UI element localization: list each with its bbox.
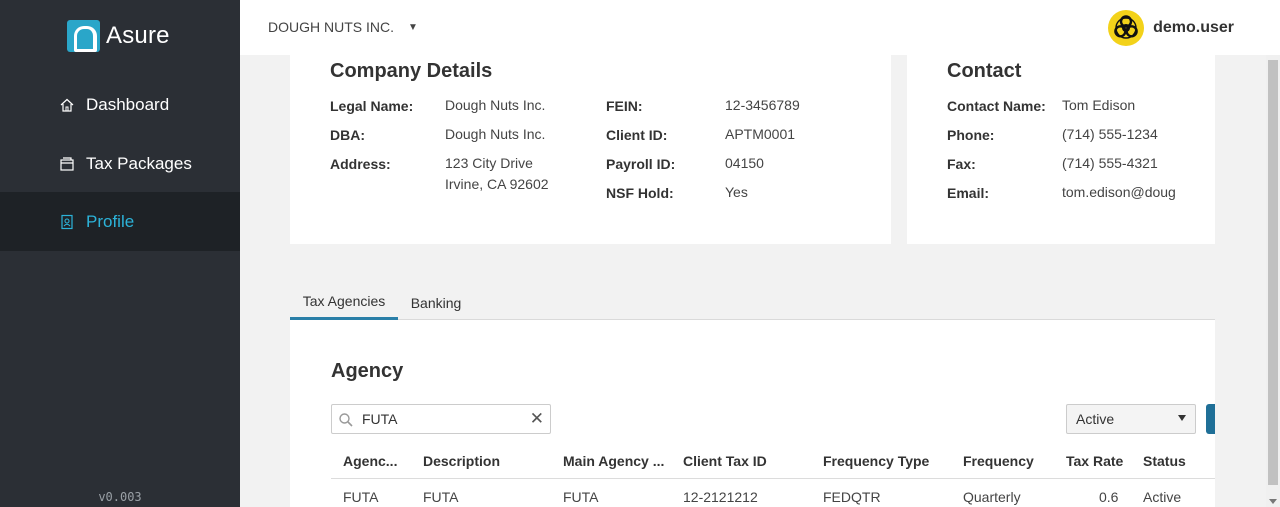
- logo-mark-icon: [67, 20, 100, 52]
- dba-value: Dough Nuts Inc.: [445, 126, 546, 142]
- column-header-frequency-type[interactable]: Frequency Type: [823, 453, 929, 469]
- column-header-status[interactable]: Status: [1143, 453, 1186, 469]
- fax-label: Fax:: [947, 156, 976, 172]
- sidebar-item-label: Profile: [86, 211, 135, 231]
- nsf-hold-value: Yes: [725, 184, 748, 200]
- contact-title: Contact: [947, 60, 1022, 82]
- legal-name-label: Legal Name:: [330, 98, 414, 114]
- sidebar: Asure Dashboard Tax Packages Profile v0.…: [0, 0, 240, 507]
- agency-table-header: Agenc... Description Main Agency ... Cli…: [331, 442, 1215, 479]
- fax-value: (714) 555-4321: [1062, 155, 1158, 171]
- top-bar: DOUGH NUTS INC. ▼ demo.user: [240, 0, 1280, 55]
- fein-value: 12-3456789: [725, 97, 800, 113]
- user-menu[interactable]: demo.user: [1108, 10, 1234, 46]
- payroll-id-label: Payroll ID:: [606, 156, 676, 172]
- search-icon: [338, 412, 354, 428]
- sidebar-item-tax-packages[interactable]: Tax Packages: [0, 134, 240, 193]
- cell-status: Active: [1143, 489, 1182, 505]
- payroll-id-value: 04150: [725, 155, 764, 171]
- address-line2: Irvine, CA 92602: [445, 176, 549, 192]
- agency-search-input[interactable]: [362, 409, 522, 429]
- email-label: Email:: [947, 185, 990, 201]
- client-id-value: APTM0001: [725, 126, 796, 142]
- status-filter-value: Active: [1076, 411, 1115, 427]
- company-selector[interactable]: DOUGH NUTS INC. ▼: [268, 19, 418, 35]
- home-icon: [59, 97, 75, 113]
- fein-label: FEIN:: [606, 98, 643, 114]
- app-version: v0.003: [98, 490, 142, 504]
- client-id-label: Client ID:: [606, 127, 668, 143]
- email-value: tom.edison@doug: [1062, 184, 1176, 200]
- caret-down-icon: ▼: [408, 21, 418, 33]
- column-header-tax-rate[interactable]: Tax Rate: [1066, 453, 1123, 469]
- biohazard-icon: [1108, 10, 1145, 46]
- page-scrollbar[interactable]: [1266, 55, 1280, 507]
- company-details-title: Company Details: [330, 60, 493, 82]
- contact-name-value: Tom Edison: [1062, 97, 1136, 113]
- tab-banking[interactable]: Banking: [402, 285, 470, 320]
- scroll-down-arrow-icon[interactable]: [1269, 499, 1277, 504]
- column-header-agency[interactable]: Agenc...: [343, 453, 397, 469]
- cell-frequency: Quarterly: [963, 489, 1021, 505]
- contact-card: Contact Contact Name: Tom Edison Phone: …: [907, 55, 1215, 244]
- legal-name-value: Dough Nuts Inc.: [445, 97, 546, 113]
- table-row[interactable]: FUTA FUTA FUTA 12-2121212 FEDQTR Quarter…: [331, 479, 1215, 507]
- column-header-frequency[interactable]: Frequency: [963, 453, 1034, 469]
- dba-label: DBA:: [330, 127, 365, 143]
- tab-tax-agencies[interactable]: Tax Agencies: [290, 285, 398, 320]
- address-line1: 123 City Drive: [445, 155, 533, 171]
- username: demo.user: [1153, 19, 1234, 36]
- sidebar-item-dashboard[interactable]: Dashboard: [0, 75, 240, 134]
- agency-title: Agency: [331, 360, 404, 382]
- cell-tax-rate: 0.6: [1099, 489, 1119, 505]
- add-agency-button[interactable]: [1206, 404, 1215, 434]
- column-header-main-agency[interactable]: Main Agency ...: [563, 453, 664, 469]
- sidebar-item-profile[interactable]: Profile: [0, 192, 240, 251]
- nsf-hold-label: NSF Hold:: [606, 185, 674, 201]
- profile-tabs: Tax Agencies Banking: [290, 285, 1215, 320]
- cell-client-tax-id: 12-2121212: [683, 489, 758, 505]
- asure-logo[interactable]: Asure: [67, 20, 170, 52]
- package-icon: [59, 156, 75, 172]
- contact-name-label: Contact Name:: [947, 98, 1046, 114]
- cell-agency: FUTA: [343, 489, 379, 505]
- sidebar-item-label: Dashboard: [86, 94, 170, 114]
- agency-search[interactable]: ✕: [331, 404, 551, 434]
- agency-panel: Agency ✕ Active Agenc... Description Mai…: [290, 320, 1215, 507]
- cell-frequency-type: FEDQTR: [823, 489, 881, 505]
- sidebar-item-label: Tax Packages: [86, 153, 192, 173]
- company-details-card: Company Details Legal Name: Dough Nuts I…: [290, 55, 891, 244]
- brand-name: Asure: [106, 22, 170, 49]
- phone-label: Phone:: [947, 127, 995, 143]
- cell-description: FUTA: [423, 489, 459, 505]
- status-filter-select[interactable]: Active: [1066, 404, 1196, 434]
- column-header-client-tax-id[interactable]: Client Tax ID: [683, 453, 767, 469]
- caret-down-icon: [1178, 415, 1186, 421]
- scrollbar-thumb[interactable]: [1268, 60, 1278, 485]
- badge-icon: [59, 214, 75, 230]
- company-name: DOUGH NUTS INC.: [268, 19, 394, 35]
- address-label: Address:: [330, 156, 391, 172]
- phone-value: (714) 555-1234: [1062, 126, 1158, 142]
- cell-main-agency: FUTA: [563, 489, 599, 505]
- clear-search-icon[interactable]: ✕: [530, 410, 544, 428]
- column-header-description[interactable]: Description: [423, 453, 500, 469]
